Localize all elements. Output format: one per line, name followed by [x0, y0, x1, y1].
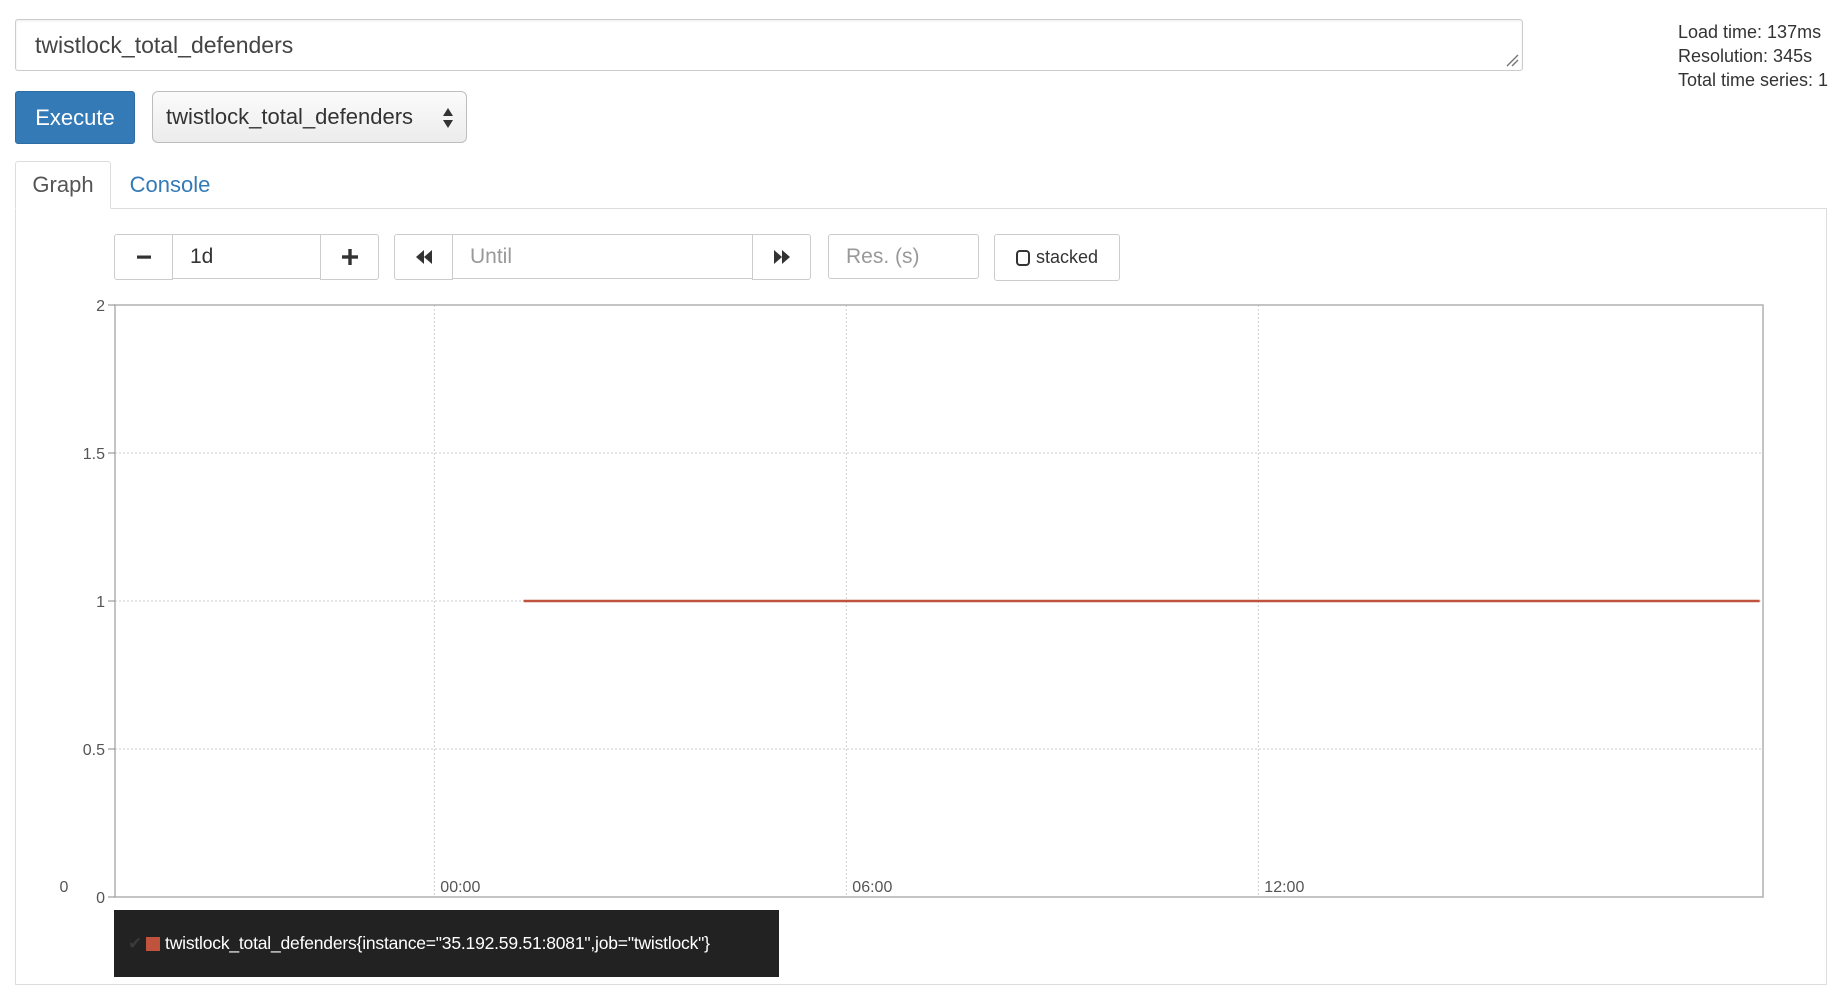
resize-grip-icon[interactable]	[1505, 53, 1519, 67]
query-stats: Load time: 137ms Resolution: 345s Total …	[1678, 20, 1828, 92]
y-tick-label: 2	[96, 298, 105, 315]
chart-legend[interactable]: ✔ twistlock_total_defenders{instance="35…	[114, 910, 779, 977]
x-tick-label: 00:00	[440, 879, 480, 896]
stacked-toggle-button[interactable]: stacked	[994, 234, 1120, 281]
x-tick-label: 18:00	[60, 879, 68, 896]
stacked-checkbox-icon	[1015, 249, 1030, 266]
legend-series-label: twistlock_total_defenders{instance="35.1…	[165, 933, 710, 953]
x-tick-label: 12:00	[1264, 879, 1304, 896]
expression-text: twistlock_total_defenders	[35, 32, 294, 58]
tab-graph[interactable]: Graph	[15, 161, 111, 209]
range-decrease-button[interactable]	[114, 234, 173, 280]
check-icon: ✔	[128, 933, 143, 953]
range-increase-button[interactable]	[320, 234, 379, 280]
time-back-button[interactable]	[394, 234, 453, 280]
range-input[interactable]: 1d	[172, 234, 321, 279]
execute-button[interactable]: Execute	[15, 91, 135, 144]
legend-swatch	[146, 936, 161, 951]
resolution-stat: Resolution: 345s	[1678, 46, 1813, 66]
until-input[interactable]: Until	[452, 234, 753, 279]
metric-select-value: twistlock_total_defenders	[166, 104, 414, 129]
stacked-label: stacked	[1035, 247, 1099, 267]
tab-console[interactable]: Console	[115, 161, 225, 209]
time-forward-button[interactable]	[752, 234, 811, 280]
updown-arrows-icon	[443, 108, 453, 128]
graph-chart: 2 1.5 1 0.5 0 18:00 00:00 06:00 12:00	[60, 298, 1764, 907]
x-tick-label: 06:00	[852, 879, 892, 896]
fast-forward-icon	[773, 250, 790, 264]
load-time: Load time: 137ms	[1678, 22, 1822, 42]
y-tick-label: 1	[96, 594, 105, 611]
expression-input[interactable]: twistlock_total_defenders	[15, 19, 1523, 71]
y-tick-label: 0	[96, 890, 105, 907]
y-tick-label: 1.5	[83, 446, 105, 463]
fast-backward-icon	[415, 250, 432, 264]
y-tick-label: 0.5	[83, 742, 105, 759]
metric-select[interactable]: twistlock_total_defenders	[152, 91, 467, 143]
total-time-series: Total time series: 1	[1678, 70, 1829, 90]
minus-icon	[136, 255, 151, 259]
chart-axes: 2 1.5 1 0.5 0 18:00 00:00 06:00 12:00	[60, 298, 1764, 907]
plus-icon	[341, 249, 358, 265]
resolution-input[interactable]: Res. (s)	[828, 234, 979, 279]
